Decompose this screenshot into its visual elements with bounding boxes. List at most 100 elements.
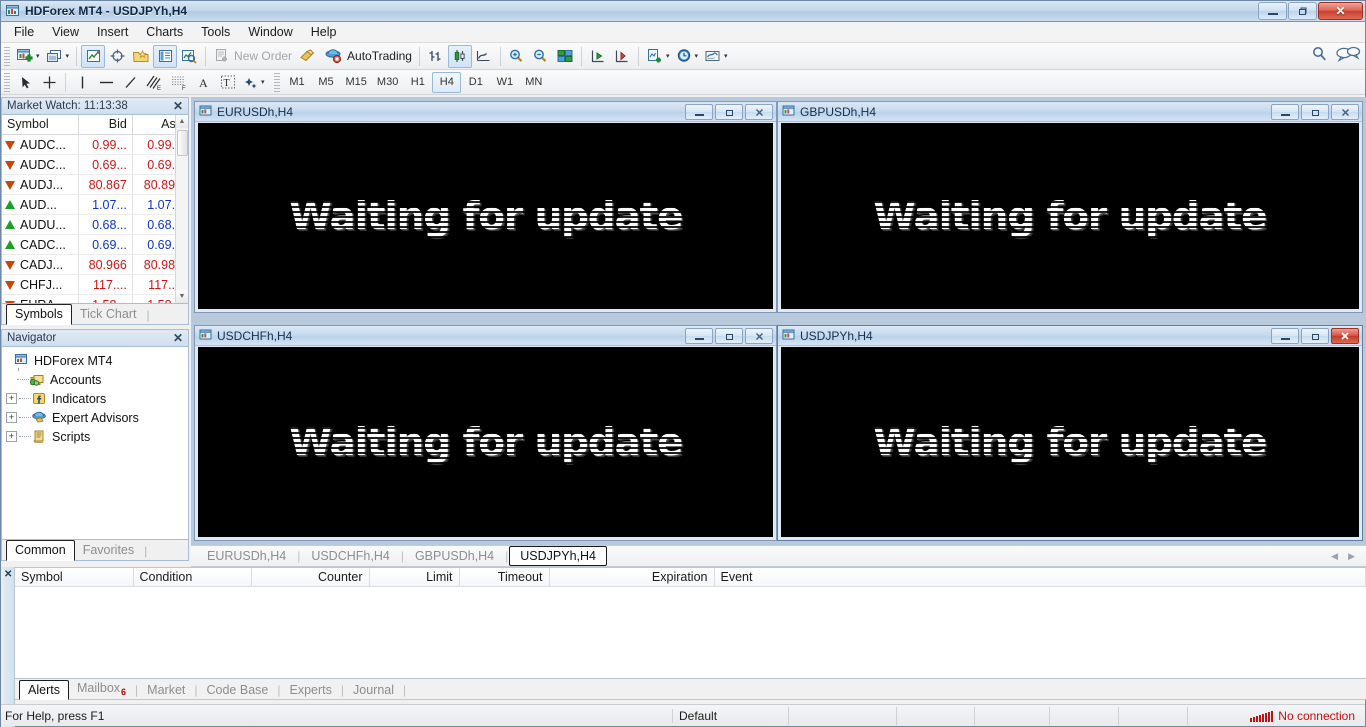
toolbar-grip[interactable] <box>4 47 10 66</box>
chevron-down-icon[interactable]: ▾ <box>695 52 699 60</box>
market-watch-scrollbar[interactable]: ▲ ▼ <box>175 115 188 303</box>
chart-minimize-button[interactable] <box>685 328 713 344</box>
tab-common[interactable]: Common <box>6 540 75 561</box>
chart-close-button[interactable] <box>1331 104 1359 120</box>
equidistant-channel-button[interactable]: E <box>142 71 167 94</box>
crosshair-tool-button[interactable] <box>37 71 61 94</box>
chevron-down-icon[interactable]: ▾ <box>724 52 728 60</box>
timeframe-m1[interactable]: M1 <box>283 72 312 93</box>
vertical-line-button[interactable] <box>70 71 94 94</box>
zoom-out-button[interactable] <box>529 45 553 68</box>
toolbar-grip[interactable] <box>4 73 10 92</box>
window-restore-button[interactable] <box>1288 2 1317 20</box>
chevron-down-icon[interactable]: ▾ <box>261 78 265 86</box>
column-header-condition[interactable]: Condition <box>133 568 251 587</box>
tree-item-expert-advisors[interactable]: + Expert Advisors <box>6 408 188 427</box>
timeframe-d1[interactable]: D1 <box>461 72 490 93</box>
status-profile[interactable]: Default <box>673 707 789 725</box>
chart-close-button[interactable] <box>745 328 773 344</box>
chart-tabs-next-button[interactable]: ▶ <box>1348 551 1355 562</box>
chevron-down-icon[interactable]: ▾ <box>36 52 40 60</box>
window-close-button[interactable]: ✕ <box>1318 2 1363 20</box>
timeframe-h1[interactable]: H1 <box>403 72 432 93</box>
expand-icon[interactable]: + <box>6 431 17 442</box>
menu-item-window[interactable]: Window <box>239 23 301 41</box>
timeframe-mn[interactable]: MN <box>519 72 548 93</box>
auto-scroll-button[interactable] <box>586 45 610 68</box>
chart-tab-usdjpyh[interactable]: USDJPYh,H4 <box>509 546 607 566</box>
fibonacci-retracement-button[interactable]: F <box>167 71 192 94</box>
text-button[interactable]: A <box>192 71 216 94</box>
toolbar-grip[interactable] <box>274 73 280 92</box>
column-header-timeout[interactable]: Timeout <box>459 568 549 587</box>
line-chart-button[interactable] <box>472 45 496 68</box>
menu-item-help[interactable]: Help <box>302 23 346 41</box>
timeframe-w1[interactable]: W1 <box>490 72 519 93</box>
navigator-button[interactable] <box>129 45 153 68</box>
search-icon[interactable] <box>1310 45 1329 63</box>
indicators-button[interactable]: ▾ <box>643 45 673 68</box>
tree-item-hdforex-mt4[interactable]: HDForex MT4 <box>6 351 188 370</box>
chart-minimize-button[interactable] <box>1271 328 1299 344</box>
terminal-tab-experts[interactable]: Experts <box>281 681 339 699</box>
table-row[interactable]: CADJ...80.96680.987 <box>2 255 188 275</box>
table-row[interactable]: AUDU...0.68...0.68... <box>2 215 188 235</box>
table-row[interactable]: CADC...0.69...0.69... <box>2 235 188 255</box>
menu-item-insert[interactable]: Insert <box>88 23 137 41</box>
column-header-limit[interactable]: Limit <box>369 568 459 587</box>
chat-icon[interactable] <box>1335 45 1361 63</box>
chart-tab-gbpusdh[interactable]: GBPUSDh,H4 <box>405 547 504 565</box>
table-row[interactable]: AUD...1.07...1.07... <box>2 195 188 215</box>
chart-window-usdjpyh[interactable]: USDJPYh,H4 <box>777 325 1363 541</box>
profiles-button[interactable]: ▾ <box>43 45 73 68</box>
new-order-button[interactable]: New Order <box>210 45 295 68</box>
menu-item-charts[interactable]: Charts <box>137 23 192 41</box>
chart-canvas[interactable]: Waiting for update <box>781 123 1359 309</box>
terminal-tab-code-base[interactable]: Code Base <box>199 681 277 699</box>
window-minimize-button[interactable] <box>1258 2 1287 20</box>
shapes-button[interactable]: ▾ <box>240 71 268 94</box>
chevron-down-icon[interactable]: ▾ <box>66 52 70 60</box>
chevron-down-icon[interactable]: ▾ <box>666 52 670 60</box>
tree-item-scripts[interactable]: + Scripts <box>6 427 188 446</box>
tab-tick-chart[interactable]: Tick Chart <box>72 305 145 324</box>
chart-minimize-button[interactable] <box>685 104 713 120</box>
new-chart-button[interactable]: ▾ <box>13 45 43 68</box>
table-row[interactable]: AUDC...0.69...0.69... <box>2 155 188 175</box>
column-header-event[interactable]: Event <box>714 568 1366 587</box>
chart-window-usdchfh[interactable]: USDCHFh,H4 <box>194 325 777 541</box>
navigator-close-icon[interactable]: ✕ <box>173 331 183 345</box>
chart-canvas[interactable]: Waiting for update <box>198 347 773 537</box>
chart-minimize-button[interactable] <box>1271 104 1299 120</box>
cursor-tool-button[interactable] <box>13 71 37 94</box>
chart-shift-button[interactable] <box>610 45 634 68</box>
scrollbar-thumb[interactable] <box>177 130 188 156</box>
text-label-button[interactable]: T <box>216 71 240 94</box>
zoom-in-button[interactable] <box>505 45 529 68</box>
chart-restore-button[interactable] <box>715 104 743 120</box>
autotrading-button[interactable]: AutoTrading <box>321 45 415 68</box>
timeframe-m30[interactable]: M30 <box>372 72 403 93</box>
column-header-symbol[interactable]: Symbol <box>2 115 78 135</box>
terminal-tab-alerts[interactable]: Alerts <box>19 680 69 700</box>
timeframe-m15[interactable]: M15 <box>341 72 372 93</box>
menu-item-view[interactable]: View <box>43 23 88 41</box>
chart-close-button[interactable] <box>1331 328 1359 344</box>
chart-tab-usdchfh[interactable]: USDCHFh,H4 <box>301 547 400 565</box>
column-header-expiration[interactable]: Expiration <box>549 568 714 587</box>
terminal-tab-journal[interactable]: Journal <box>345 681 402 699</box>
periods-button[interactable]: ▾ <box>673 45 702 68</box>
column-header-symbol[interactable]: Symbol <box>15 568 133 587</box>
chart-window-eurusdh[interactable]: EURUSDh,H4 <box>194 101 777 313</box>
chart-tab-eurusdh[interactable]: EURUSDh,H4 <box>197 547 296 565</box>
templates-button[interactable]: ▾ <box>701 45 731 68</box>
metaeditor-button[interactable] <box>295 45 321 68</box>
chart-window-gbpusdh[interactable]: GBPUSDh,H4 <box>777 101 1363 313</box>
timeframe-m5[interactable]: M5 <box>312 72 341 93</box>
chart-restore-button[interactable] <box>1301 104 1329 120</box>
terminal-tab-mailbox[interactable]: Mailbox6 <box>69 679 134 699</box>
menu-item-tools[interactable]: Tools <box>192 23 239 41</box>
candlestick-chart-button[interactable] <box>448 45 472 68</box>
scroll-up-button[interactable]: ▲ <box>176 115 189 128</box>
tree-item-indicators[interactable]: + Indicators <box>6 389 188 408</box>
